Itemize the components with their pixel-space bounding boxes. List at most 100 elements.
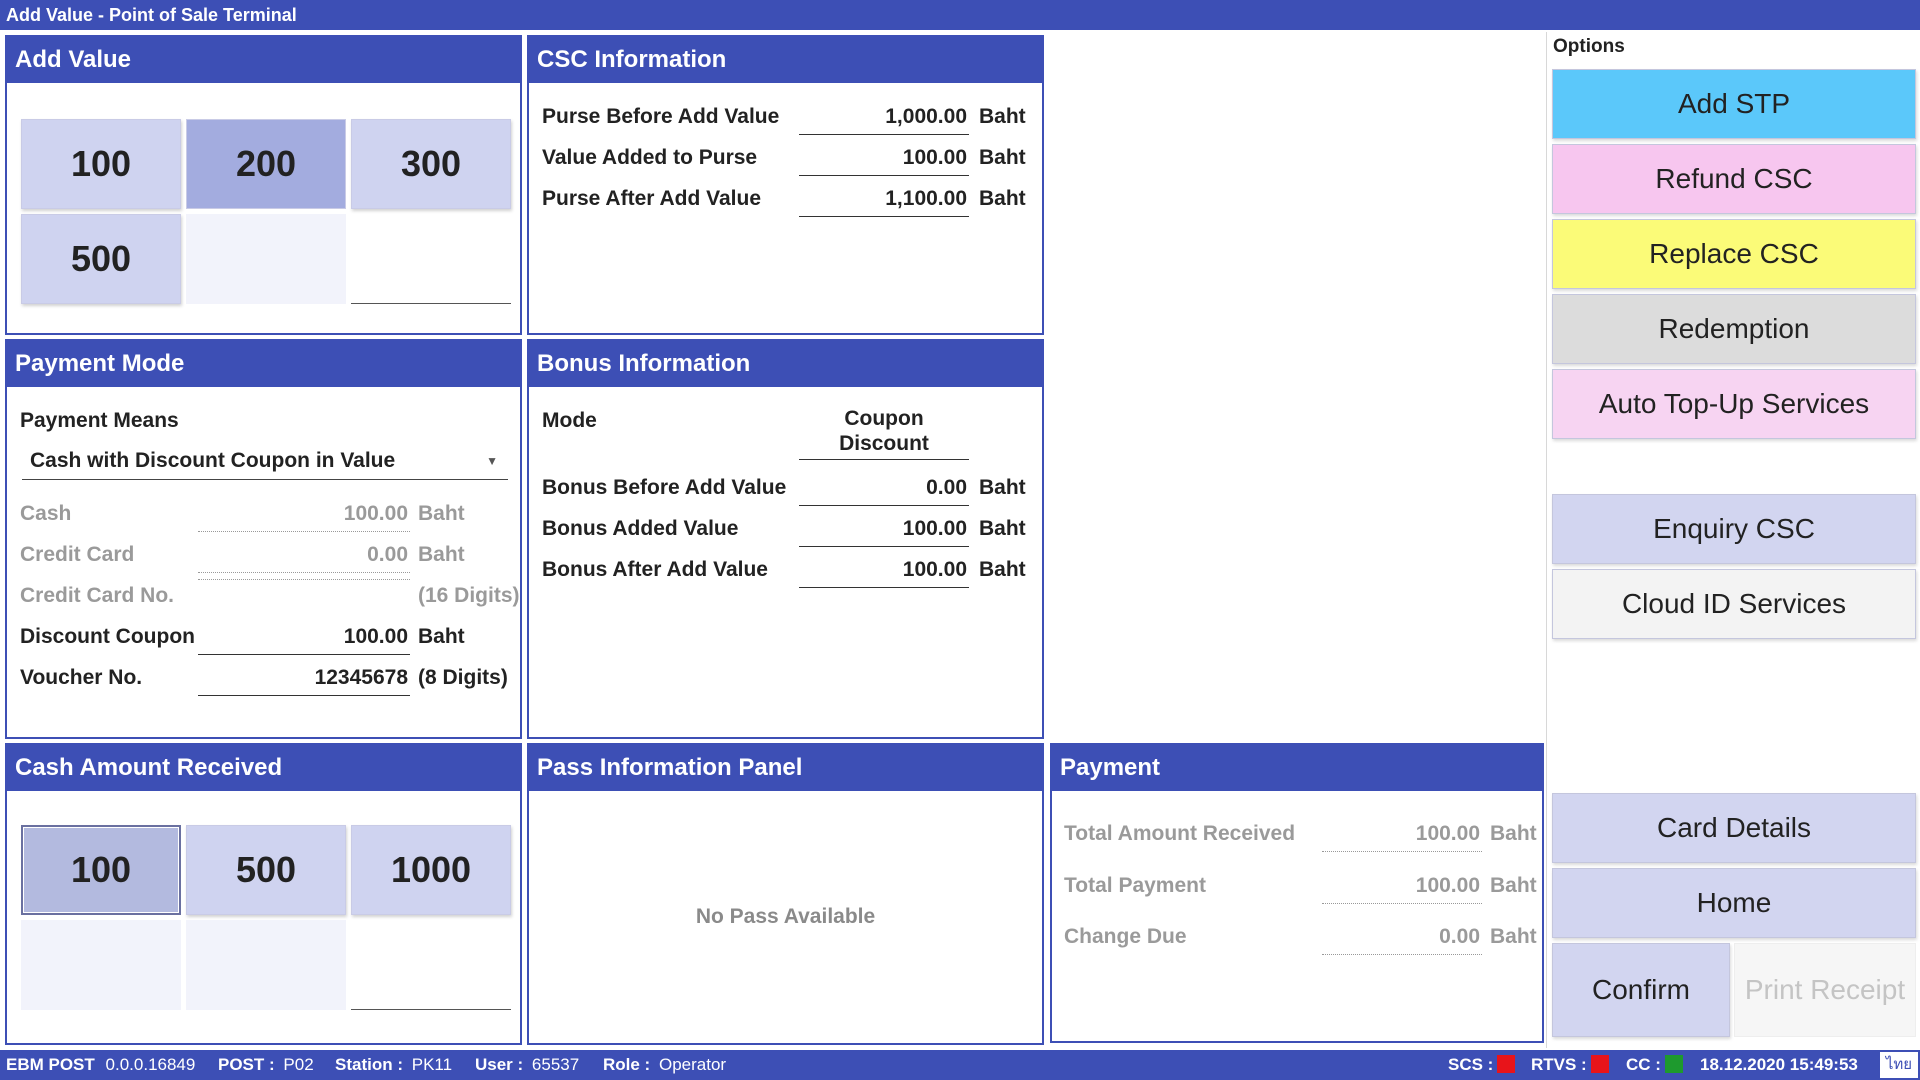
csc-row-purse-after: Purse After Add Value 1,100.00 Baht [542, 182, 1032, 217]
add-value-empty-slot [351, 214, 511, 304]
credit-card-no-field[interactable] [198, 579, 410, 580]
pass-information-title: Pass Information Panel [529, 745, 1042, 791]
row-label: Credit Card No. [20, 584, 175, 607]
refund-csc-button[interactable]: Refund CSC [1552, 144, 1916, 214]
replace-csc-button[interactable]: Replace CSC [1552, 219, 1916, 289]
row-value: 1,100.00 [799, 182, 969, 217]
add-value-tile-500[interactable]: 500 [21, 214, 181, 304]
row-unit: (16 Digits) [418, 584, 520, 607]
row-unit: (8 Digits) [418, 666, 508, 689]
status-scs-label: SCS : [1448, 1055, 1494, 1074]
row-unit: Baht [979, 105, 1026, 128]
scs-indicator-icon [1497, 1055, 1516, 1073]
row-unit: Baht [418, 543, 465, 566]
row-label: Change Due [1064, 925, 1187, 948]
row-value: 0.00 [799, 471, 969, 506]
row-value: 100.00 [1322, 817, 1482, 852]
card-details-button[interactable]: Card Details [1552, 793, 1916, 863]
row-unit: Baht [979, 476, 1026, 499]
row-unit: Baht [418, 625, 465, 648]
dropdown-caret-icon: ▼ [486, 454, 498, 468]
cash-field[interactable]: 100.00 [198, 497, 410, 532]
row-label: Credit Card [20, 543, 135, 566]
bonus-mode-value-line1: Coupon [844, 407, 924, 430]
add-value-tile-100[interactable]: 100 [21, 119, 181, 209]
payment-means-label: Payment Means [20, 409, 179, 432]
row-unit: Baht [1490, 874, 1537, 897]
cloud-id-services-button[interactable]: Cloud ID Services [1552, 569, 1916, 639]
status-user-value: 65537 [531, 1055, 580, 1074]
redemption-button[interactable]: Redemption [1552, 294, 1916, 364]
payment-total-payment: Total Payment 100.00 Baht [1064, 869, 1540, 904]
row-value: 100.00 [799, 553, 969, 588]
print-receipt-button[interactable]: Print Receipt [1734, 943, 1916, 1037]
row-label: Voucher No. [20, 666, 143, 689]
status-station-value: PK11 [411, 1055, 453, 1074]
rtvs-indicator-icon [1590, 1055, 1609, 1073]
row-unit: Baht [1490, 822, 1537, 845]
row-label: Value Added to Purse [542, 146, 758, 169]
cash-empty-slot [351, 920, 511, 1010]
voucher-no-field[interactable]: 12345678 [198, 661, 410, 696]
status-post-value: P02 [283, 1055, 314, 1074]
row-label: Cash [20, 502, 72, 525]
status-bar: EBM POST 0.0.0.16849 POST : P02 Station … [0, 1050, 1920, 1080]
row-unit: Baht [979, 517, 1026, 540]
bonus-mode-row: Mode Coupon Discount [542, 404, 1032, 460]
row-label: Bonus Added Value [542, 517, 739, 540]
payment-total-received: Total Amount Received 100.00 Baht [1064, 817, 1540, 852]
cash-tile-100[interactable]: 100 [21, 825, 181, 915]
options-divider [1546, 32, 1547, 1048]
status-version: 0.0.0.16849 [105, 1055, 196, 1074]
status-datetime: 18.12.2020 15:49:53 [1700, 1055, 1858, 1074]
add-value-tile-300[interactable]: 300 [351, 119, 511, 209]
auto-top-up-services-button[interactable]: Auto Top-Up Services [1552, 369, 1916, 439]
payment-row-discount-coupon: Discount Coupon 100.00 Baht [20, 620, 520, 655]
csc-row-purse-before: Purse Before Add Value 1,000.00 Baht [542, 100, 1032, 135]
confirm-button[interactable]: Confirm [1552, 943, 1730, 1037]
status-app: EBM POST 0.0.0.16849 [6, 1050, 195, 1080]
add-value-tile-200[interactable]: 200 [186, 119, 346, 209]
discount-coupon-field[interactable]: 100.00 [198, 620, 410, 655]
cash-received-title: Cash Amount Received [7, 745, 520, 791]
status-cc: CC : [1626, 1050, 1683, 1080]
payment-panel: Payment Total Amount Received 100.00 Bah… [1050, 743, 1544, 1043]
add-value-title: Add Value [7, 37, 520, 83]
status-scs: SCS : [1448, 1050, 1516, 1080]
bonus-information-title: Bonus Information [529, 341, 1042, 387]
row-unit: Baht [418, 502, 465, 525]
row-unit: Baht [979, 558, 1026, 581]
language-toggle-button[interactable]: ไทย [1880, 1052, 1918, 1078]
status-station: Station : PK11 [335, 1050, 452, 1080]
payment-means-value: Cash with Discount Coupon in Value [30, 449, 396, 472]
cash-tile-1000[interactable]: 1000 [351, 825, 511, 915]
row-unit: Baht [979, 187, 1026, 210]
status-rtvs-label: RTVS : [1531, 1055, 1587, 1074]
options-title: Options [1553, 36, 1625, 57]
home-button[interactable]: Home [1552, 868, 1916, 938]
status-user: User : 65537 [475, 1050, 579, 1080]
payment-title: Payment [1052, 745, 1542, 791]
payment-means-dropdown[interactable]: Cash with Discount Coupon in Value ▼ [22, 444, 508, 480]
add-stp-button[interactable]: Add STP [1552, 69, 1916, 139]
add-value-panel: Add Value 100 200 300 500 [5, 35, 522, 335]
status-cc-label: CC : [1626, 1055, 1661, 1074]
cash-received-panel: Cash Amount Received 100 500 1000 [5, 743, 522, 1045]
payment-mode-title: Payment Mode [7, 341, 520, 387]
enquiry-csc-button[interactable]: Enquiry CSC [1552, 494, 1916, 564]
cash-tile-500[interactable]: 500 [186, 825, 346, 915]
row-value: 100.00 [799, 141, 969, 176]
payment-row-cash: Cash 100.00 Baht [20, 497, 520, 532]
row-unit: Baht [979, 146, 1026, 169]
pass-information-panel: Pass Information Panel No Pass Available [527, 743, 1044, 1045]
row-label: Purse After Add Value [542, 187, 762, 210]
credit-card-field[interactable]: 0.00 [198, 538, 410, 573]
row-value: 0.00 [1322, 920, 1482, 955]
row-value: 100.00 [1322, 869, 1482, 904]
status-user-label: User : [475, 1055, 524, 1074]
status-station-label: Station : [335, 1055, 403, 1074]
window-title: Add Value - Point of Sale Terminal [0, 0, 1920, 30]
row-unit: Baht [1490, 925, 1537, 948]
row-label: Bonus After Add Value [542, 558, 768, 581]
status-post-label: POST : [218, 1055, 275, 1074]
